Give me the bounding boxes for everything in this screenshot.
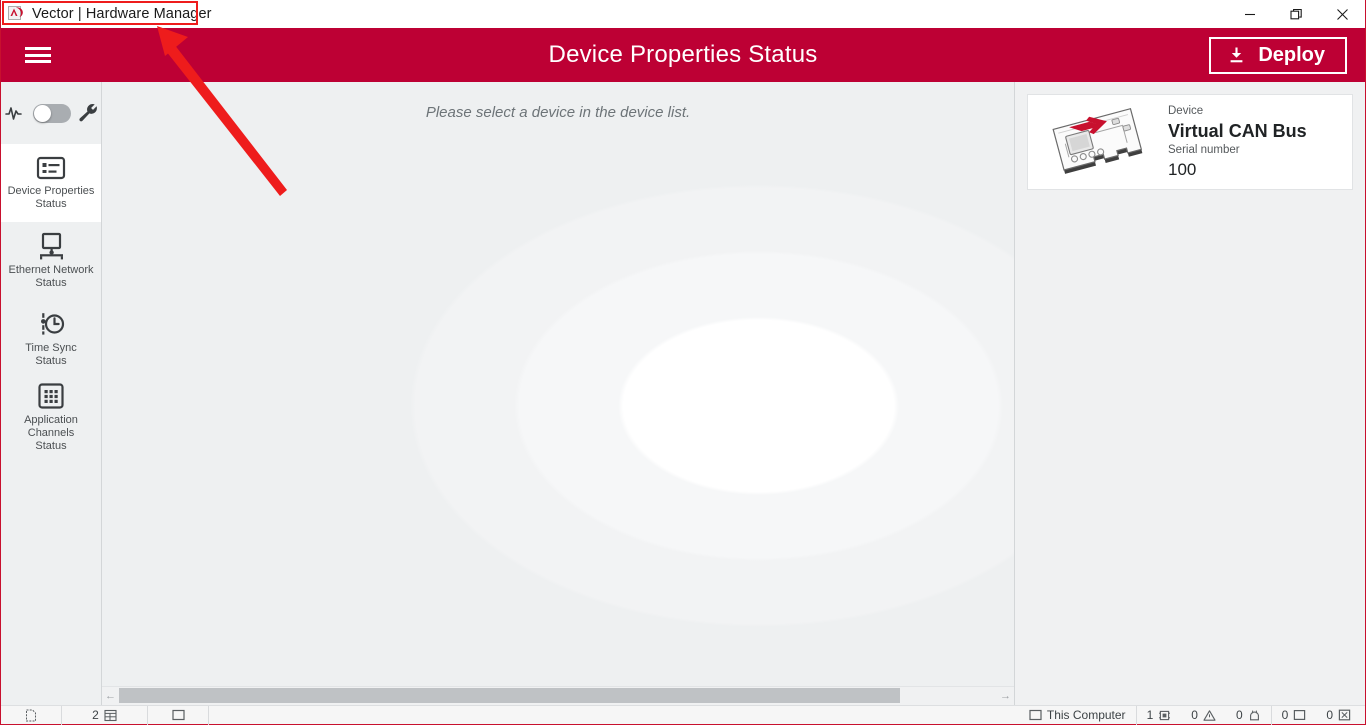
sidebar-mode-toggle-row	[1, 82, 101, 144]
monitor-network-icon	[36, 232, 66, 260]
close-button[interactable]	[1319, 0, 1365, 28]
status-computer-label: This Computer	[1046, 708, 1126, 722]
device-card-info: Device Virtual CAN Bus Serial number 100	[1168, 104, 1307, 181]
serial-number-value: 100	[1168, 159, 1197, 179]
page-title: Device Properties Status	[548, 41, 818, 68]
wrench-icon	[78, 103, 98, 123]
status-plug-count-value: 0	[1235, 708, 1243, 722]
sidebar-item-label: Application Channels Status	[24, 413, 78, 452]
application-window: Vector | Hardware Manager Device Propert…	[0, 0, 1366, 725]
status-bar: 2 This Computer 1 0 0 0 0	[1, 705, 1365, 725]
warning-triangle-icon	[1203, 709, 1216, 722]
empty-state-message: Please select a device in the device lis…	[425, 104, 691, 121]
window-icon	[1293, 709, 1306, 721]
boxed-x-icon	[1338, 709, 1351, 721]
status-table-value: 2	[92, 708, 99, 722]
status-table-cell[interactable]: 2	[62, 706, 147, 725]
deploy-button-label: Deploy	[1258, 44, 1325, 66]
window-controls	[1227, 0, 1365, 28]
serial-number-label: Serial number	[1168, 143, 1240, 156]
status-separator	[208, 705, 209, 725]
status-window-cell[interactable]	[148, 706, 208, 725]
scroll-right-arrow-icon[interactable]: →	[997, 687, 1014, 705]
document-icon	[25, 709, 37, 722]
status-warning-count-value: 0	[1191, 708, 1198, 722]
maximize-restore-button[interactable]	[1273, 0, 1319, 28]
status-computer-cell[interactable]: This Computer	[1019, 706, 1136, 725]
main-content-area: Please select a device in the device lis…	[102, 82, 1015, 705]
grid-channels-icon	[37, 382, 65, 410]
table-icon	[104, 709, 117, 722]
sidebar-item-device-properties-status[interactable]: Device Properties Status	[1, 144, 101, 222]
status-device-count-value: 1	[1146, 708, 1154, 722]
can-interface-board-icon	[1038, 102, 1160, 182]
device-list-panel: Device Virtual CAN Bus Serial number 100	[1015, 82, 1365, 705]
download-icon	[1227, 46, 1246, 65]
scrollbar-track[interactable]	[119, 687, 997, 705]
status-plug-count[interactable]: 0	[1226, 706, 1271, 725]
deploy-button[interactable]: Deploy	[1209, 37, 1347, 74]
app-header: Device Properties Status Deploy	[1, 28, 1365, 82]
device-name: Virtual CAN Bus	[1168, 120, 1307, 141]
title-bar: Vector | Hardware Manager	[1, 0, 1365, 28]
vector-logo-icon	[8, 6, 24, 22]
status-error-count[interactable]: 0	[1316, 706, 1365, 725]
square-icon	[171, 709, 185, 721]
device-label: Device	[1168, 104, 1204, 117]
device-count-icon	[1158, 709, 1171, 722]
window-title: Vector | Hardware Manager	[32, 6, 212, 22]
device-properties-icon	[36, 155, 66, 181]
status-window-count-value: 0	[1281, 708, 1289, 722]
sidebar-item-label: Device Properties Status	[7, 185, 95, 210]
sidebar-item-time-sync-status[interactable]: Time Sync Status	[1, 300, 101, 378]
body-area: Device Properties Status Ethernet Networ…	[1, 82, 1365, 705]
status-error-count-value: 0	[1326, 708, 1333, 722]
monitor-icon	[1029, 709, 1042, 721]
minimize-button[interactable]	[1227, 0, 1273, 28]
sidebar-item-ethernet-network-status[interactable]: Ethernet Network Status	[1, 222, 101, 300]
scrollbar-thumb[interactable]	[119, 688, 901, 703]
analysis-config-toggle[interactable]	[32, 103, 71, 123]
status-warning-count[interactable]: 0	[1181, 706, 1226, 725]
horizontal-scrollbar[interactable]: ← →	[102, 686, 1014, 705]
sidebar-item-application-channels-status[interactable]: Application Channels Status	[1, 378, 101, 456]
status-document-cell[interactable]	[1, 706, 61, 725]
scroll-left-arrow-icon[interactable]: ←	[102, 687, 119, 705]
status-device-count[interactable]: 1	[1137, 706, 1182, 725]
status-window-count[interactable]: 0	[1272, 706, 1317, 725]
device-card[interactable]: Device Virtual CAN Bus Serial number 100	[1027, 94, 1353, 190]
toggle-knob	[33, 104, 51, 122]
hamburger-menu-icon[interactable]	[25, 45, 51, 65]
sidebar-item-label: Time Sync Status	[25, 342, 77, 367]
clock-sync-icon	[35, 310, 67, 338]
sidebar-item-label: Ethernet Network Status	[8, 264, 94, 289]
sidebar: Device Properties Status Ethernet Networ…	[1, 82, 102, 705]
plug-icon	[1248, 709, 1261, 722]
pulse-wave-icon	[4, 104, 26, 122]
